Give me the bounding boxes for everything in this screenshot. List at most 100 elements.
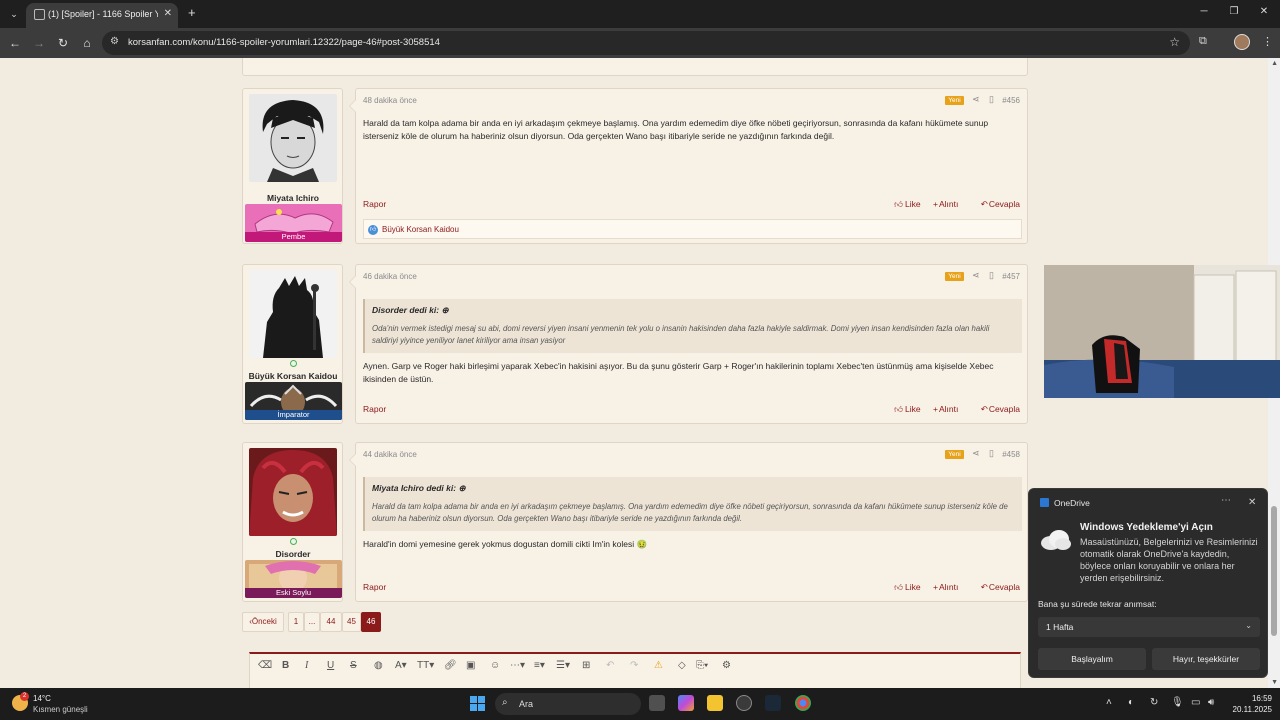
bookmark-icon[interactable]: ▯ xyxy=(989,270,994,281)
settings-icon[interactable]: ⚙ xyxy=(722,660,731,671)
page-ellipsis[interactable]: ... xyxy=(304,612,320,632)
address-bar[interactable]: ⚙ korsanfan.com/konu/1166-spoiler-yoruml… xyxy=(102,31,1190,55)
post-time[interactable]: 46 dakika önce xyxy=(363,272,417,281)
remind-select[interactable]: 1 Hafta ⌄ xyxy=(1038,617,1260,637)
share-icon[interactable]: ⋖ xyxy=(972,94,980,105)
new-tab-icon[interactable]: + xyxy=(188,6,196,20)
site-info-icon[interactable]: ⚙ xyxy=(110,36,119,47)
quote-author[interactable]: Miyata Ichiro dedi ki: ⊕ xyxy=(372,483,466,494)
close-icon[interactable]: ✕ xyxy=(1248,497,1256,508)
network-icon[interactable]: ▭ xyxy=(1191,697,1200,708)
start-button[interactable]: Başlayalım xyxy=(1038,648,1146,670)
file-explorer-icon[interactable] xyxy=(707,695,723,711)
insert-icon[interactable]: ⎘▾ xyxy=(696,660,708,671)
scroll-down-icon[interactable]: ▼ xyxy=(1271,679,1278,686)
scroll-thumb[interactable] xyxy=(1271,506,1277,636)
extensions-icon[interactable]: ⧉ xyxy=(1199,35,1207,48)
reply-button[interactable]: ↶Cevapla xyxy=(971,404,1020,414)
share-icon[interactable]: ⋖ xyxy=(972,270,980,281)
decline-button[interactable]: Hayır, teşekkürler xyxy=(1152,648,1260,670)
bookmark-icon[interactable]: ▯ xyxy=(989,448,994,459)
minimize-icon[interactable]: ─ xyxy=(1196,6,1212,17)
steam-icon[interactable] xyxy=(765,695,781,711)
bookmark-star-icon[interactable]: ☆ xyxy=(1169,35,1180,49)
avatar[interactable] xyxy=(249,94,337,182)
post-number[interactable]: #456 xyxy=(1002,96,1020,105)
username[interactable]: Miyata Ichiro xyxy=(243,193,343,203)
volume-icon[interactable]: 🔊︎ xyxy=(1208,697,1214,708)
bookmark-icon[interactable]: ▯ xyxy=(989,94,994,105)
report-link[interactable]: Rapor xyxy=(363,199,386,209)
tab-search-icon[interactable]: ⌄ xyxy=(6,6,22,22)
weather-temperature[interactable]: 14°C xyxy=(33,694,51,703)
report-link[interactable]: Rapor xyxy=(363,404,386,414)
quote-button[interactable]: +Alıntı xyxy=(933,199,958,209)
username[interactable]: Büyük Korsan Kaidou xyxy=(243,371,343,381)
browser-tab[interactable]: (1) [Spoiler] - 1166 Spoiler Yoru ✕ xyxy=(26,3,178,28)
clock[interactable]: 16:59 20.11.2025 xyxy=(1228,693,1272,715)
microphone-icon[interactable]: 🎙︎ xyxy=(1171,697,1184,708)
back-icon[interactable]: ← xyxy=(6,34,24,52)
prev-page-button[interactable]: ‹Önceki xyxy=(242,612,284,632)
more-icon[interactable]: ⋯▾ xyxy=(510,660,525,671)
like-button[interactable]: 👍︎ Like xyxy=(884,404,920,414)
tray-app-icon[interactable]: ◐ xyxy=(1128,697,1134,708)
like-button[interactable]: 👍︎ Like xyxy=(884,582,920,592)
report-link[interactable]: Rapor xyxy=(363,582,386,592)
font-size-icon[interactable]: TT▾ xyxy=(417,660,434,671)
like-button[interactable]: 👍︎ Like xyxy=(884,199,920,209)
username[interactable]: Disorder xyxy=(243,549,343,559)
avatar[interactable] xyxy=(249,270,337,358)
font-family-icon[interactable]: A▾ xyxy=(395,660,407,671)
table-icon[interactable]: ⊞ xyxy=(582,660,590,671)
restore-icon[interactable]: ❐ xyxy=(1226,6,1242,17)
post-number[interactable]: #458 xyxy=(1002,450,1020,459)
reply-editor[interactable]: ⌫ B I U S ◍ A▾ TT▾ 🔗︎ ▣ ☺ ⋯▾ ≡▾ ☰▾ ⊞ ↶ ↷… xyxy=(249,652,1021,688)
reaction-user[interactable]: Büyük Korsan Kaidou xyxy=(382,225,459,234)
emoji-icon[interactable]: ☺ xyxy=(490,660,500,671)
post-time[interactable]: 44 dakika önce xyxy=(363,450,417,459)
tab-close-icon[interactable]: ✕ xyxy=(164,8,172,19)
profile-avatar[interactable] xyxy=(1234,34,1250,50)
quote-author[interactable]: Disorder dedi ki: ⊕ xyxy=(372,305,449,316)
more-options-icon[interactable]: ⋯ xyxy=(1221,495,1231,506)
share-icon[interactable]: ⋖ xyxy=(972,448,980,459)
post-number[interactable]: #457 xyxy=(1002,272,1020,281)
task-view-icon[interactable] xyxy=(649,695,665,711)
taskbar-search[interactable]: ⌕ Ara xyxy=(495,693,641,715)
text-color-icon[interactable]: ◍ xyxy=(374,660,383,671)
link-icon[interactable]: 🔗︎ xyxy=(444,660,457,671)
chrome-icon[interactable] xyxy=(795,695,811,711)
page-link[interactable]: 44 xyxy=(320,612,342,632)
code-icon[interactable]: ◇ xyxy=(678,660,686,671)
list-icon[interactable]: ☰▾ xyxy=(556,660,570,671)
underline-icon[interactable]: U xyxy=(327,660,334,671)
copilot-icon[interactable] xyxy=(678,695,694,711)
quote-button[interactable]: +Alıntı xyxy=(933,582,958,592)
windows-start-icon[interactable] xyxy=(470,696,485,711)
avatar[interactable] xyxy=(249,448,337,536)
bold-icon[interactable]: B xyxy=(282,660,289,671)
post-time[interactable]: 48 dakika önce xyxy=(363,96,417,105)
undo-icon[interactable]: ↶ xyxy=(606,660,614,671)
redo-icon[interactable]: ↷ xyxy=(630,660,638,671)
browser-menu-icon[interactable]: ⋮ xyxy=(1262,35,1273,48)
image-icon[interactable]: ▣ xyxy=(466,660,475,671)
home-icon[interactable]: ⌂ xyxy=(78,34,96,52)
page-link[interactable]: 1 xyxy=(288,612,304,632)
eraser-icon[interactable]: ⌫ xyxy=(258,660,272,671)
align-icon[interactable]: ≡▾ xyxy=(534,660,545,671)
quote-button[interactable]: +Alıntı xyxy=(933,404,958,414)
reply-button[interactable]: ↶Cevapla xyxy=(971,199,1020,209)
spoiler-warning-icon[interactable]: ⚠ xyxy=(654,660,663,671)
weather-description[interactable]: Kısmen güneşli xyxy=(33,705,88,714)
window-close-icon[interactable]: ✕ xyxy=(1256,6,1272,17)
italic-icon[interactable]: I xyxy=(305,660,308,671)
current-page[interactable]: 46 xyxy=(361,612,381,632)
strikethrough-icon[interactable]: S xyxy=(350,660,357,671)
forward-icon[interactable]: → xyxy=(30,34,48,52)
tray-sync-icon[interactable]: ↻ xyxy=(1150,697,1158,708)
reply-button[interactable]: ↶Cevapla xyxy=(971,582,1020,592)
xbox-icon[interactable] xyxy=(736,695,752,711)
scroll-up-icon[interactable]: ▲ xyxy=(1271,60,1278,67)
